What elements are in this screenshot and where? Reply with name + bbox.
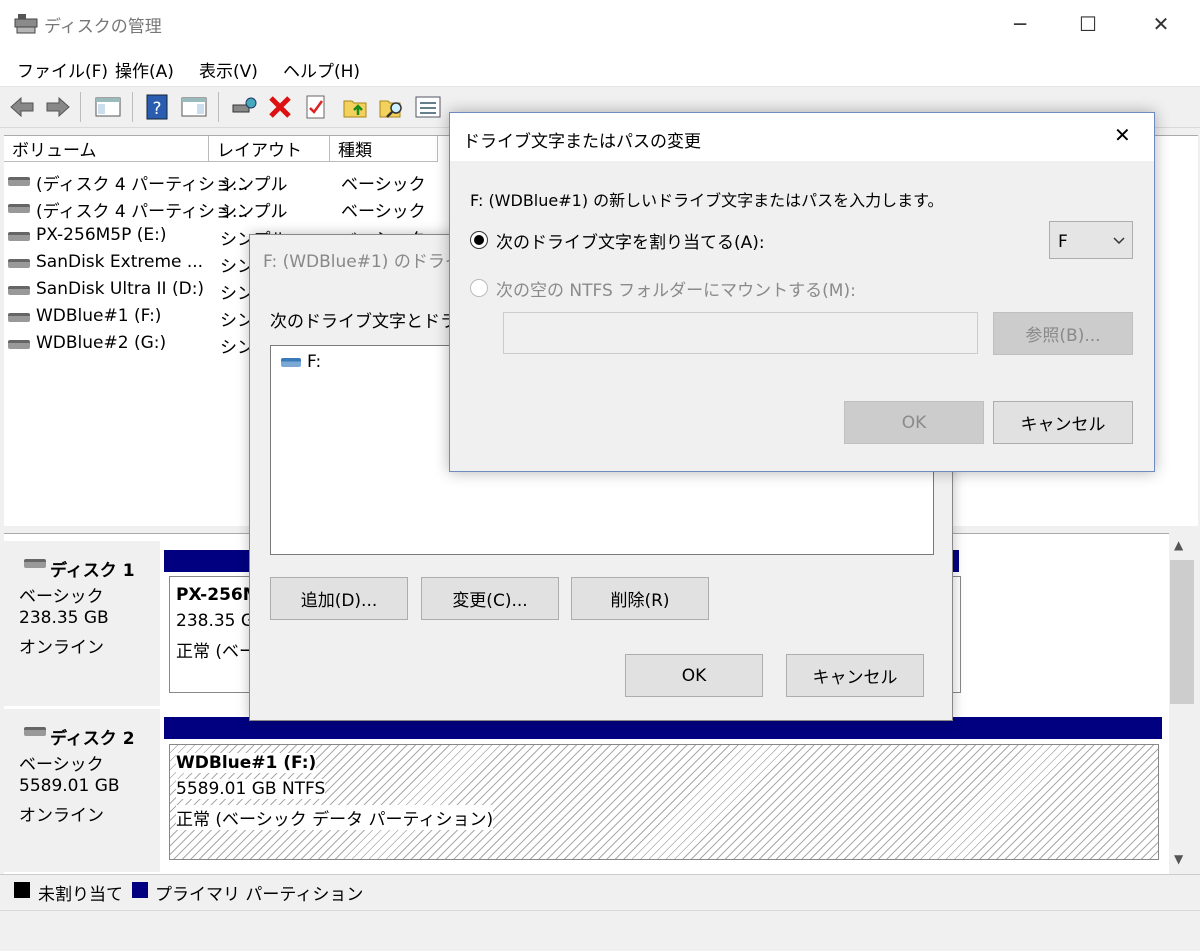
- scroll-down-icon[interactable]: ▼: [1174, 852, 1183, 866]
- disk-size: 5589.01 GB: [19, 776, 120, 796]
- drive-icon: [8, 313, 30, 322]
- minimize-button[interactable]: ─: [1002, 8, 1038, 40]
- volume-name: (ディスク 4 パーティショ...: [36, 202, 249, 222]
- dialog-instruction: F: (WDBlue#1) の新しいドライブ文字またはパスを入力します。: [470, 191, 944, 210]
- volume-layout: シンプル: [220, 175, 288, 195]
- volume-type: ベーシック: [341, 202, 426, 222]
- dialog-title: ドライブ文字またはパスの変更: [463, 132, 701, 152]
- cancel-button[interactable]: キャンセル: [993, 401, 1133, 444]
- add-button[interactable]: 追加(D)...: [270, 577, 408, 620]
- change-drive-letter-dialog: ドライブ文字またはパスの変更 ✕ F: (WDBlue#1) の新しいドライブ文…: [449, 112, 1155, 472]
- volume-layout: シンプル: [220, 202, 288, 222]
- partition-size: 238.35 G: [176, 611, 255, 631]
- svg-text:?: ?: [152, 99, 161, 119]
- toolbar-separator: [80, 92, 81, 122]
- path-item[interactable]: F:: [307, 352, 321, 372]
- partition-wdblue1[interactable]: WDBlue#1 (F:) 5589.01 GB NTFS 正常 (ベーシック …: [169, 744, 1159, 860]
- legend-unallocated: 未割り当て: [38, 885, 123, 905]
- unallocated-swatch: [14, 882, 30, 898]
- disk-status: オンライン: [19, 806, 104, 826]
- window-title: ディスクの管理: [44, 17, 162, 37]
- column-header-volume[interactable]: ボリューム: [4, 136, 209, 162]
- volume-name: WDBlue#1 (F:): [36, 306, 162, 326]
- dialog-instruction: 次のドライブ文字とドライ: [270, 312, 474, 332]
- partition-state: 正常 (ベー: [176, 642, 257, 662]
- forward-arrow-icon[interactable]: [44, 93, 72, 121]
- drive-letter-value: F: [1058, 232, 1068, 252]
- disk-status: オンライン: [19, 638, 104, 658]
- menu-action[interactable]: 操作(A): [115, 57, 174, 82]
- volume-name: (ディスク 4 パーティショ...: [36, 175, 249, 195]
- disk-info[interactable]: ディスク 2 ベーシック 5589.01 GB オンライン: [4, 709, 160, 872]
- maximize-button[interactable]: ☐: [1070, 8, 1106, 40]
- volume-name: WDBlue#2 (G:): [36, 333, 167, 353]
- scrollbar-thumb[interactable]: [1170, 560, 1194, 704]
- volume-name: SanDisk Ultra II (D:): [36, 279, 205, 299]
- toolbar-separator: [132, 92, 133, 122]
- disk-label: ディスク 2: [50, 729, 135, 749]
- volume-name: PX-256M5P (E:): [36, 225, 167, 245]
- scroll-up-icon[interactable]: ▲: [1174, 538, 1183, 552]
- volume-row[interactable]: (ディスク 4 パーティショ... シンプル ベーシック: [8, 195, 448, 222]
- chevron-down-icon: [1113, 237, 1125, 245]
- drive-icon: [8, 232, 30, 241]
- mount-folder-radio[interactable]: [470, 279, 488, 297]
- browse-button[interactable]: 参照(B)...: [993, 312, 1133, 355]
- cancel-button[interactable]: キャンセル: [786, 654, 924, 697]
- up-folder-icon[interactable]: [342, 93, 370, 121]
- disk-info[interactable]: ディスク 1 ベーシック 238.35 GB オンライン: [4, 541, 160, 706]
- menu-help[interactable]: ヘルプ(H): [283, 57, 360, 82]
- connect-icon[interactable]: [230, 93, 258, 121]
- volume-row[interactable]: (ディスク 4 パーティショ... シンプル ベーシック: [8, 168, 448, 195]
- drive-icon: [8, 340, 30, 349]
- column-header-layout[interactable]: レイアウト: [209, 136, 330, 162]
- drive-icon: [281, 358, 301, 367]
- list-icon[interactable]: [414, 93, 442, 121]
- legend-primary: プライマリ パーティション: [155, 885, 364, 905]
- status-bar: [0, 910, 1200, 951]
- partition-state: 正常 (ベーシック データ パーティション): [176, 805, 494, 830]
- remove-button[interactable]: 削除(R): [571, 577, 709, 620]
- properties-icon[interactable]: [302, 93, 330, 121]
- volume-type: ベーシック: [341, 175, 426, 195]
- assign-letter-radio[interactable]: [470, 231, 488, 249]
- primary-swatch: [132, 882, 148, 898]
- back-arrow-icon[interactable]: [8, 93, 36, 121]
- partition-name: PX-256M: [176, 585, 260, 605]
- dialog-title: F: (WDBlue#1) のドライ: [263, 252, 462, 272]
- partition-size: 5589.01 GB NTFS: [176, 779, 326, 799]
- toolbar-separator: [218, 92, 219, 122]
- volume-name: SanDisk Extreme ...: [36, 252, 204, 272]
- drive-icon: [8, 286, 30, 295]
- search-folder-icon[interactable]: [378, 93, 406, 121]
- change-button[interactable]: 変更(C)...: [421, 577, 559, 620]
- disk-icon: [24, 727, 46, 736]
- mount-path-input[interactable]: [503, 312, 978, 354]
- column-header-type[interactable]: 種類: [330, 136, 438, 162]
- ok-button[interactable]: OK: [844, 401, 984, 444]
- partition-name: WDBlue#1 (F:): [176, 753, 317, 773]
- assign-letter-label[interactable]: 次のドライブ文字を割り当てる(A):: [496, 228, 765, 253]
- delete-icon[interactable]: [266, 93, 294, 121]
- drive-icon: [8, 204, 30, 213]
- drive-icon: [8, 259, 30, 268]
- drive-letter-select[interactable]: F: [1049, 221, 1133, 259]
- close-button[interactable]: ✕: [1143, 8, 1179, 40]
- console-tree-icon[interactable]: [94, 93, 122, 121]
- disk-label: ディスク 1: [50, 561, 135, 581]
- disk-size: 238.35 GB: [19, 608, 109, 628]
- help-icon[interactable]: ?: [144, 93, 172, 121]
- dialog-close-button[interactable]: ✕: [1114, 123, 1131, 147]
- disk-icon: [24, 559, 46, 568]
- mount-folder-label[interactable]: 次の空の NTFS フォルダーにマウントする(M):: [496, 276, 856, 301]
- action-pane-icon[interactable]: [180, 93, 208, 121]
- disk-management-icon: [14, 14, 38, 34]
- drive-icon: [8, 177, 30, 186]
- disk-type: ベーシック: [19, 755, 104, 775]
- menu-view[interactable]: 表示(V): [199, 57, 258, 82]
- menu-bar: [0, 50, 1200, 87]
- ok-button[interactable]: OK: [625, 654, 763, 697]
- disk-type: ベーシック: [19, 587, 104, 607]
- menu-file[interactable]: ファイル(F): [17, 57, 108, 82]
